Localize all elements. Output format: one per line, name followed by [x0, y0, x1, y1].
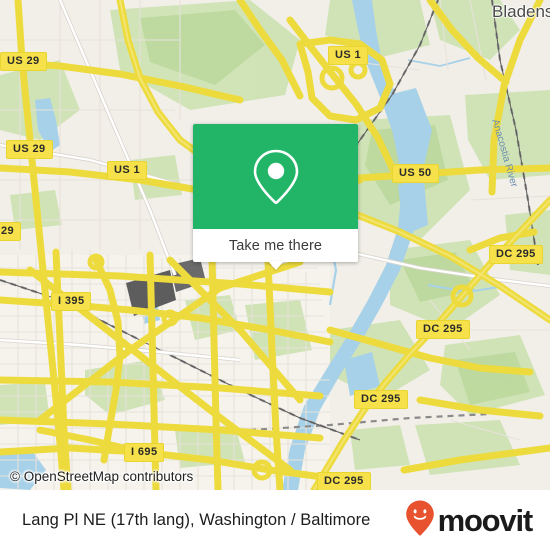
- highway-shield: 29: [0, 222, 22, 241]
- highway-shield: US 29: [0, 52, 47, 71]
- popup-header: [193, 124, 358, 229]
- highway-shield: DC 295: [416, 320, 470, 339]
- map-pin-icon: [250, 147, 302, 207]
- highway-shield: I 395: [51, 292, 92, 311]
- location-popup-card[interactable]: Take me there: [193, 124, 358, 270]
- take-me-there-label: Take me there: [228, 237, 323, 254]
- highway-shield: DC 295: [317, 472, 371, 490]
- moovit-wordmark: moovit: [437, 502, 534, 538]
- highway-shield: US 50: [392, 164, 439, 183]
- moovit-brand: moovit: [405, 499, 534, 542]
- place-label-bladensburg: Bladens: [492, 2, 550, 21]
- popup-pointer-tail: [268, 261, 284, 270]
- map-viewport[interactable]: US 29 US 1 US 29 US 1 29 US 50 DC 295 I …: [0, 0, 550, 490]
- popup-action-bar[interactable]: Take me there: [193, 229, 358, 262]
- location-title: Lang Pl NE (17th lang), Washington / Bal…: [22, 510, 371, 529]
- footer-bar: Lang Pl NE (17th lang), Washington / Bal…: [0, 490, 550, 550]
- highway-shield: DC 295: [354, 390, 408, 409]
- highway-shield: US 1: [328, 46, 369, 65]
- highway-shield: DC 295: [489, 245, 543, 264]
- highway-shield: I 695: [124, 443, 165, 462]
- moovit-map-screenshot: US 29 US 1 US 29 US 1 29 US 50 DC 295 I …: [0, 0, 550, 550]
- openstreetmap-attribution[interactable]: © OpenStreetMap contributors: [10, 469, 193, 484]
- highway-shield: US 29: [6, 140, 53, 159]
- moovit-pin-smiley-icon: [405, 499, 435, 542]
- highway-shield: US 1: [107, 161, 148, 180]
